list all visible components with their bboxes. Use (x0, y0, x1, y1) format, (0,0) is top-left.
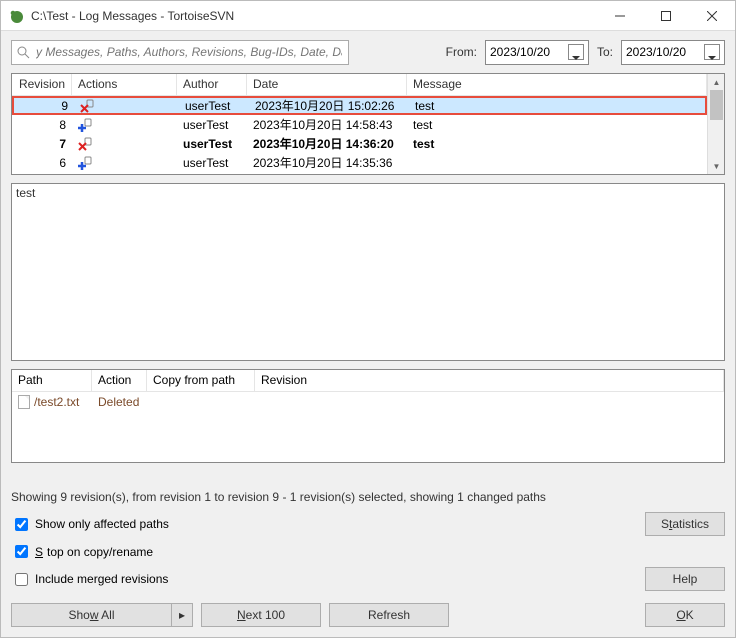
message-box[interactable]: test (11, 183, 725, 361)
revisions-header: Revision Actions Author Date Message (12, 74, 707, 96)
from-date[interactable]: 2023/10/20 (485, 40, 589, 65)
revision-row[interactable]: 8userTest2023年10月20日 14:58:43test (12, 115, 707, 134)
search-icon (16, 45, 30, 59)
search-box[interactable] (11, 40, 349, 65)
toolbar: From: 2023/10/20 To: 2023/10/20 (1, 31, 735, 73)
scroll-up-icon[interactable]: ▲ (708, 74, 725, 90)
next-100-button[interactable]: Next 100 (201, 603, 321, 627)
chk-affected[interactable]: Show only affected paths (11, 515, 169, 534)
col-author[interactable]: Author (177, 74, 247, 95)
footer: Showing 9 revision(s), from revision 1 t… (1, 484, 735, 637)
ok-button[interactable]: OK (645, 603, 725, 627)
add-icon (78, 156, 92, 170)
col-path[interactable]: Path (12, 370, 92, 391)
col-revision[interactable]: Revision (12, 74, 72, 95)
add-icon (78, 118, 92, 132)
revision-row[interactable]: 7userTest2023年10月20日 14:36:20test (12, 134, 707, 153)
revision-row[interactable]: 9userTest2023年10月20日 15:02:26test (12, 96, 707, 115)
col-message[interactable]: Message (407, 74, 707, 95)
to-date[interactable]: 2023/10/20 (621, 40, 725, 65)
scroll-down-icon[interactable]: ▼ (708, 158, 725, 174)
delete-icon (80, 99, 94, 113)
statistics-button[interactable]: Statistics (645, 512, 725, 536)
chk-stop[interactable]: Stop on copy/rename (11, 542, 153, 561)
search-input[interactable] (34, 44, 344, 60)
refresh-button[interactable]: Refresh (329, 603, 449, 627)
app-window: C:\Test - Log Messages - TortoiseSVN Fro… (0, 0, 736, 638)
app-icon (9, 8, 25, 24)
window-title: C:\Test - Log Messages - TortoiseSVN (31, 9, 597, 23)
col-date[interactable]: Date (247, 74, 407, 95)
calendar-icon[interactable] (568, 44, 584, 60)
chk-merged[interactable]: Include merged revisions (11, 570, 168, 589)
from-label: From: (446, 45, 477, 59)
close-button[interactable] (689, 1, 735, 30)
help-button[interactable]: Help (645, 567, 725, 591)
scrollbar[interactable]: ▲▼ (707, 74, 724, 174)
show-all-dropdown[interactable]: ▸ (171, 603, 193, 627)
calendar-icon[interactable] (704, 44, 720, 60)
titlebar: C:\Test - Log Messages - TortoiseSVN (1, 1, 735, 31)
maximize-button[interactable] (643, 1, 689, 30)
revision-row[interactable]: 6userTest2023年10月20日 14:35:36 (12, 153, 707, 172)
col-revision2[interactable]: Revision (255, 370, 724, 391)
paths-grid[interactable]: Path Action Copy from path Revision /tes… (11, 369, 725, 463)
file-icon (18, 395, 30, 409)
show-all-button[interactable]: Show All ▸ (11, 603, 193, 627)
scroll-thumb[interactable] (710, 90, 723, 120)
col-action[interactable]: Action (92, 370, 147, 391)
path-row[interactable]: /test2.txtDeleted (12, 392, 724, 412)
col-actions[interactable]: Actions (72, 74, 177, 95)
to-label: To: (597, 45, 613, 59)
status-text: Showing 9 revision(s), from revision 1 t… (11, 490, 725, 504)
paths-header: Path Action Copy from path Revision (12, 370, 724, 392)
minimize-button[interactable] (597, 1, 643, 30)
delete-icon (78, 137, 92, 151)
col-copy[interactable]: Copy from path (147, 370, 255, 391)
revisions-grid[interactable]: Revision Actions Author Date Message 9us… (11, 73, 725, 175)
